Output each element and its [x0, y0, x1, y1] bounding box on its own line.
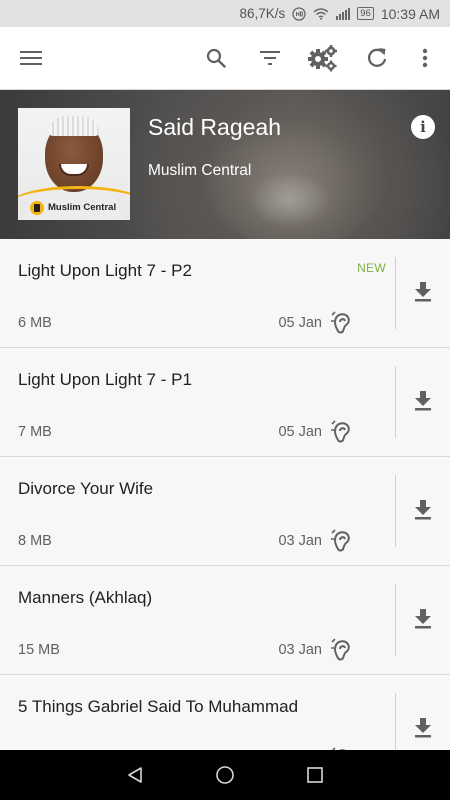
- episode-list: Light Upon Light 7 - P2 NEW 6 MB 05 Jan …: [0, 239, 450, 750]
- more-vert-icon[interactable]: [405, 38, 445, 78]
- episode-date: 05 Jan: [278, 315, 322, 331]
- settings-icon[interactable]: [303, 38, 343, 78]
- podcast-title: Said Rageah: [148, 114, 281, 140]
- podcast-author: Muslim Central: [148, 162, 252, 179]
- status-bar: 86,7K/s 96 10:39 AM: [0, 0, 450, 27]
- episode-size: 8 MB: [18, 533, 52, 549]
- recents-icon[interactable]: [295, 760, 335, 790]
- episode-title: Light Upon Light 7 - P2: [18, 261, 192, 280]
- episode-date: 03 Jan: [278, 642, 322, 658]
- podcast-artwork[interactable]: Muslim Central: [18, 108, 130, 220]
- back-icon[interactable]: [115, 760, 155, 790]
- episode-size: 7 MB: [18, 424, 52, 440]
- download-icon[interactable]: [404, 273, 442, 311]
- episode-item[interactable]: Manners (Akhlaq) 15 MB 03 Jan: [0, 566, 450, 675]
- system-nav-bar: [0, 750, 450, 800]
- episode-size: 6 MB: [18, 315, 52, 331]
- download-icon[interactable]: [404, 709, 442, 747]
- hd-call-icon: [292, 6, 306, 21]
- episode-item[interactable]: Light Upon Light 7 - P1 7 MB 05 Jan: [0, 348, 450, 457]
- played-icon: [331, 529, 353, 553]
- refresh-icon[interactable]: [357, 38, 397, 78]
- network-speed: 86,7K/s: [239, 6, 286, 21]
- episode-item[interactable]: Light Upon Light 7 - P2 NEW 6 MB 05 Jan: [0, 239, 450, 348]
- episode-title: Light Upon Light 7 - P1: [18, 370, 192, 389]
- episode-size: 15 MB: [18, 642, 60, 658]
- episode-title: Manners (Akhlaq): [18, 588, 153, 607]
- episode-item[interactable]: 5 Things Gabriel Said To Muhammad: [0, 675, 450, 750]
- played-icon: [331, 420, 353, 444]
- wifi-icon: [313, 7, 329, 20]
- download-icon[interactable]: [404, 600, 442, 638]
- muslim-central-logo: Muslim Central: [30, 199, 122, 216]
- download-icon[interactable]: [404, 382, 442, 420]
- toolbar: [0, 27, 450, 90]
- artwork-logo-text: Muslim Central: [48, 202, 117, 213]
- clock: 10:39 AM: [380, 5, 440, 22]
- signal-icon: [336, 7, 351, 20]
- home-icon[interactable]: [205, 760, 245, 790]
- search-icon[interactable]: [196, 38, 236, 78]
- episode-item[interactable]: Divorce Your Wife 8 MB 03 Jan: [0, 457, 450, 566]
- episode-date: 03 Jan: [278, 533, 322, 549]
- info-icon[interactable]: i: [411, 115, 435, 139]
- battery-icon: 96: [357, 7, 374, 20]
- logo-mark-icon: [30, 200, 44, 215]
- podcast-header: Muslim Central Said Rageah Muslim Centra…: [0, 90, 450, 239]
- episode-title: Divorce Your Wife: [18, 479, 154, 498]
- episode-date: 05 Jan: [278, 424, 322, 440]
- filter-icon[interactable]: [250, 38, 290, 78]
- episode-title: 5 Things Gabriel Said To Muhammad: [18, 697, 299, 716]
- played-icon: [331, 638, 353, 662]
- new-badge: NEW: [357, 261, 386, 275]
- played-icon: [331, 311, 353, 335]
- download-icon[interactable]: [404, 491, 442, 529]
- menu-icon[interactable]: [11, 38, 51, 78]
